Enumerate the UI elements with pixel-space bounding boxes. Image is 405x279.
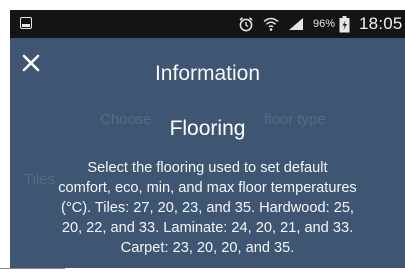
wifi-icon — [263, 16, 279, 32]
section-title: Flooring — [169, 117, 246, 140]
screen: 96% 18:05 Choose floor type Tiles Inform… — [0, 0, 405, 279]
battery-percent: 96% — [313, 18, 336, 30]
description-line: 20, 22, and 33. Laminate: 24, 20, 21, an… — [61, 220, 354, 236]
divider — [0, 268, 65, 269]
gallery-icon — [20, 17, 32, 29]
status-icons: 96% 18:05 — [238, 14, 403, 34]
battery-icon — [339, 15, 350, 33]
description-line: (°C). Tiles: 27, 20, 23, and 35. Hardwoo… — [60, 200, 354, 216]
description-line: comfort, eco, min, and max floor tempera… — [58, 180, 357, 196]
description-line: Select the flooring used to set default — [87, 160, 328, 176]
description-text: Select the flooring used to set default … — [10, 158, 405, 258]
status-bar: 96% 18:05 — [10, 10, 405, 38]
status-clock: 18:05 — [359, 14, 403, 33]
signal-icon — [288, 17, 304, 31]
information-dialog: Choose floor type Tiles Information Floo… — [10, 38, 405, 268]
description-line: Carpet: 23, 20, 20, and 35. — [120, 240, 295, 256]
alarm-clock-icon — [238, 16, 254, 32]
dialog-title: Information — [154, 62, 261, 85]
